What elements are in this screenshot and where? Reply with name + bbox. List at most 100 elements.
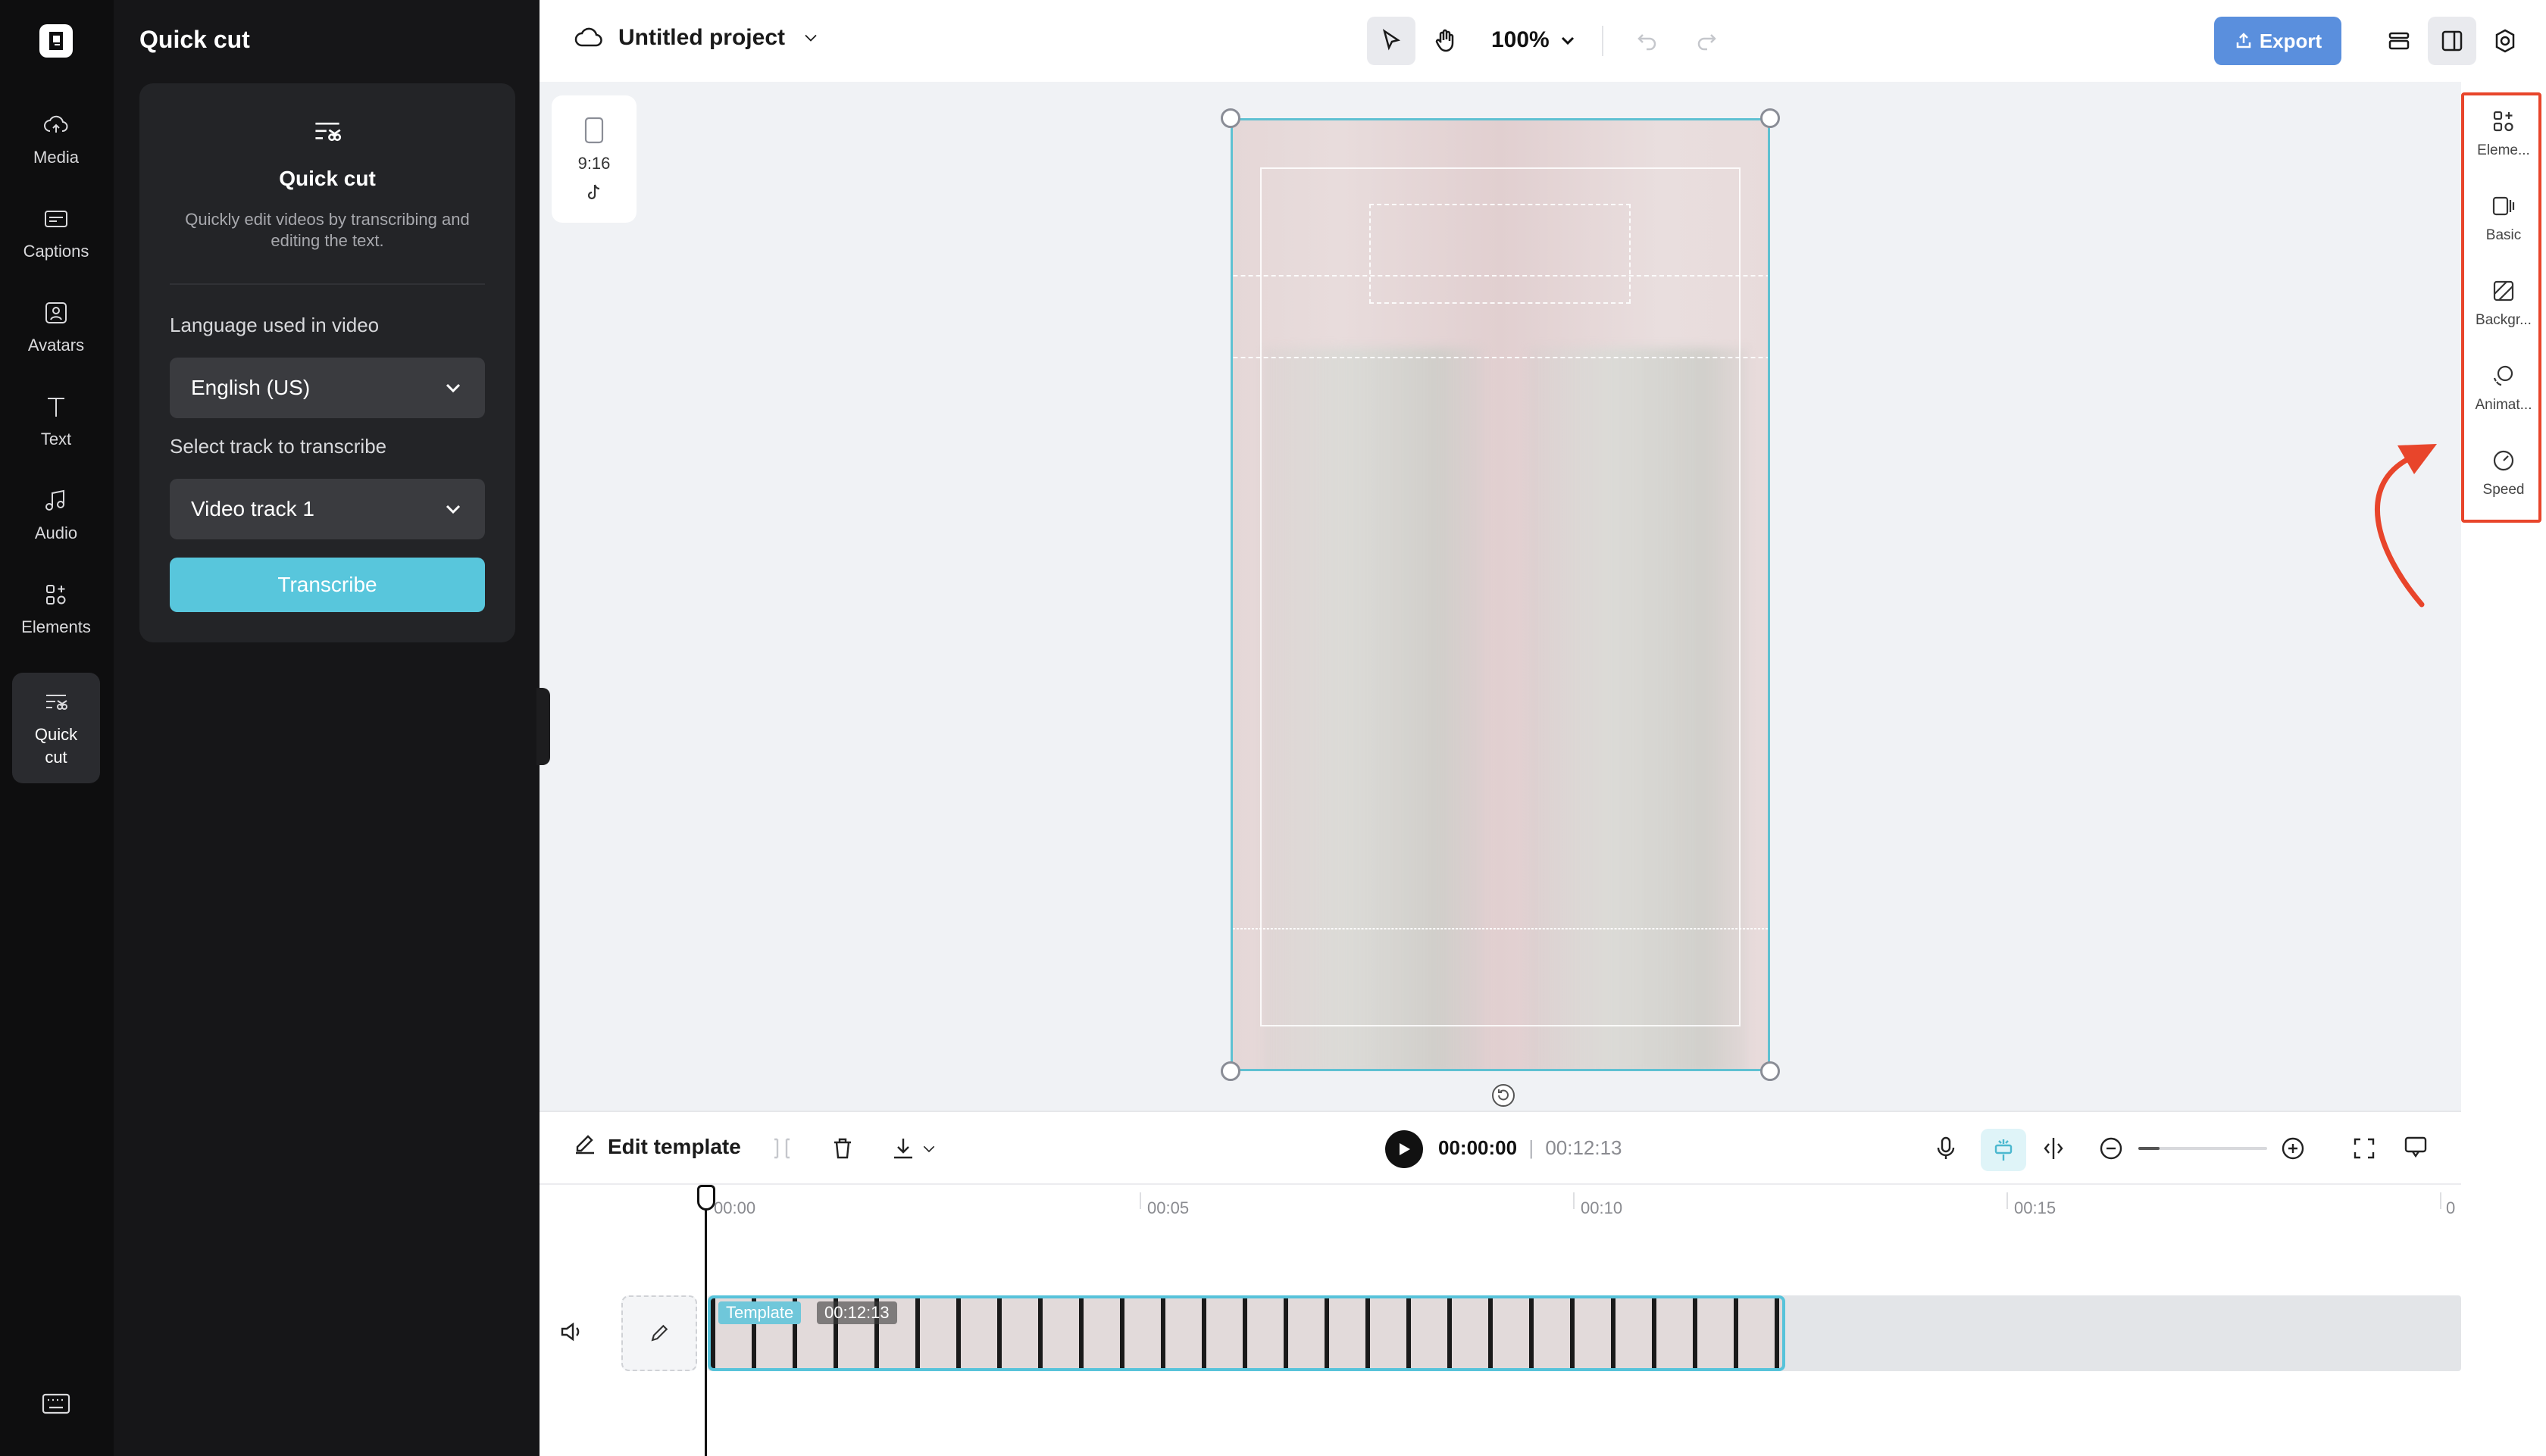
rail-item-audio[interactable]: Audio [12,473,100,558]
zoom-out-button[interactable] [2097,1135,2125,1166]
timecode: 00:00:00 | 00:12:13 [1438,1136,1622,1159]
comment-button[interactable] [2402,1133,2429,1164]
rail-item-avatars[interactable]: Avatars [12,285,100,370]
delete-button[interactable] [829,1135,856,1166]
chevron-down-icon [923,1145,935,1153]
cloud-upload-icon [44,115,68,133]
magnet-snap-button[interactable] [1981,1129,2026,1171]
zoom-slider-fill [2138,1147,2160,1150]
resize-handle[interactable] [1221,1061,1240,1081]
split-icon [774,1138,790,1159]
ruler-tick [2440,1192,2441,1209]
annotation-arrow-icon [2375,444,2437,608]
ruler-tick [2006,1192,2008,1209]
play-button[interactable] [1385,1130,1423,1168]
track-value: Video track 1 [191,497,314,520]
timeline-toolbar: Edit template 00:00:00 | 00:12:13 [540,1112,2461,1185]
rail-label: Media [33,148,79,167]
panel-title: Quick cut [139,26,250,53]
microphone-button[interactable] [1932,1135,1960,1166]
resize-handle[interactable] [1221,108,1240,128]
language-label: Language used in video [170,314,380,336]
download-button[interactable] [890,1135,938,1162]
resize-handle[interactable] [1760,108,1780,128]
quick-cut-icon [315,122,342,142]
aspect-ratio-card[interactable]: 9:16 [552,95,636,223]
elements-icon [46,585,66,605]
track-mute-button[interactable] [558,1318,585,1349]
video-canvas[interactable] [1231,118,1770,1071]
resize-handle[interactable] [1760,1061,1780,1081]
zoom-slider[interactable] [2138,1147,2267,1150]
top-bar: Untitled project 100% Export [540,0,2546,82]
fullscreen-icon [2354,1138,2375,1159]
ruler-tick [1573,1192,1575,1209]
edit-template-button[interactable]: Edit template [571,1130,741,1163]
speaker-icon [561,1322,580,1342]
panel-collapse-handle[interactable] [536,688,550,765]
panel-layout-icon [2441,30,2463,52]
music-note-icon [45,489,64,511]
zoom-in-button[interactable] [2279,1135,2307,1166]
rail-item-text[interactable]: Text [12,379,100,464]
ratio-label: 9:16 [577,154,611,173]
fullscreen-button[interactable] [2351,1135,2378,1166]
play-icon [1400,1143,1410,1155]
split-button[interactable] [768,1135,796,1166]
trash-icon [834,1138,851,1159]
hand-icon [1435,29,1454,52]
pencil-icon [651,1324,668,1342]
undo-icon [1637,34,1656,51]
safe-area-guide [1260,167,1741,1026]
captions-icon [45,211,67,227]
quick-cut-icon [46,695,67,710]
layout-toggle-button[interactable] [2428,17,2476,65]
clip-duration: 00:12:13 [817,1301,897,1324]
ruler-tick [1140,1192,1141,1209]
track-cover-button[interactable] [621,1295,697,1371]
left-rail: Media Captions Avatars Text Audio Elemen… [0,0,114,1456]
playhead-handle[interactable] [697,1185,715,1211]
snap-icon [1994,1139,2013,1161]
rotate-handle[interactable] [1490,1082,1517,1113]
text-icon [48,398,64,417]
layers-button[interactable] [2375,17,2423,65]
select-tool[interactable] [1367,17,1415,65]
stack-icon [2388,32,2410,50]
rail-item-media[interactable]: Media [12,97,100,182]
divider [1602,26,1603,56]
transcribe-button[interactable]: Transcribe [170,558,485,612]
zoom-dropdown[interactable]: 100% [1491,27,1577,53]
rail-item-elements[interactable]: Elements [12,567,100,651]
rail-label: Captions [23,242,89,261]
text-guide [1233,928,1768,930]
ruler-label-partial: 0 [2446,1198,2456,1217]
rail-item-quick-cut[interactable]: Quick cut [12,673,100,783]
language-select[interactable]: English (US) [170,358,485,418]
undo-button[interactable] [1623,17,1672,65]
split-view-button[interactable] [2040,1135,2067,1166]
timeline: Edit template 00:00:00 | 00:12:13 00:00 … [540,1111,2461,1456]
track-select[interactable]: Video track 1 [170,479,485,539]
rail-label: Avatars [27,336,85,355]
app-logo[interactable] [39,24,73,58]
gear-icon [2495,29,2515,53]
hand-tool[interactable] [1422,17,1470,65]
project-title[interactable]: Untitled project [573,23,821,53]
rail-label: Text [40,430,72,448]
export-button[interactable]: Export [2214,17,2341,65]
quick-cut-card: Quick cut Quickly edit videos by transcr… [139,83,515,642]
quick-cut-panel: Quick cut Quick cut Quickly edit videos … [114,0,540,1456]
edit-icon [576,1135,594,1154]
template-clip[interactable]: Template 00:12:13 [708,1295,1785,1371]
export-icon [2236,33,2251,48]
current-time: 00:00:00 [1438,1136,1518,1159]
ruler-label: 00:10 [1581,1198,1623,1217]
keyboard-icon[interactable] [41,1392,71,1419]
playhead[interactable] [705,1186,707,1456]
settings-button[interactable] [2481,17,2529,65]
rail-item-captions[interactable]: Captions [12,191,100,276]
cloud-icon [574,27,602,47]
avatar-icon [45,302,67,323]
redo-button[interactable] [1682,17,1731,65]
